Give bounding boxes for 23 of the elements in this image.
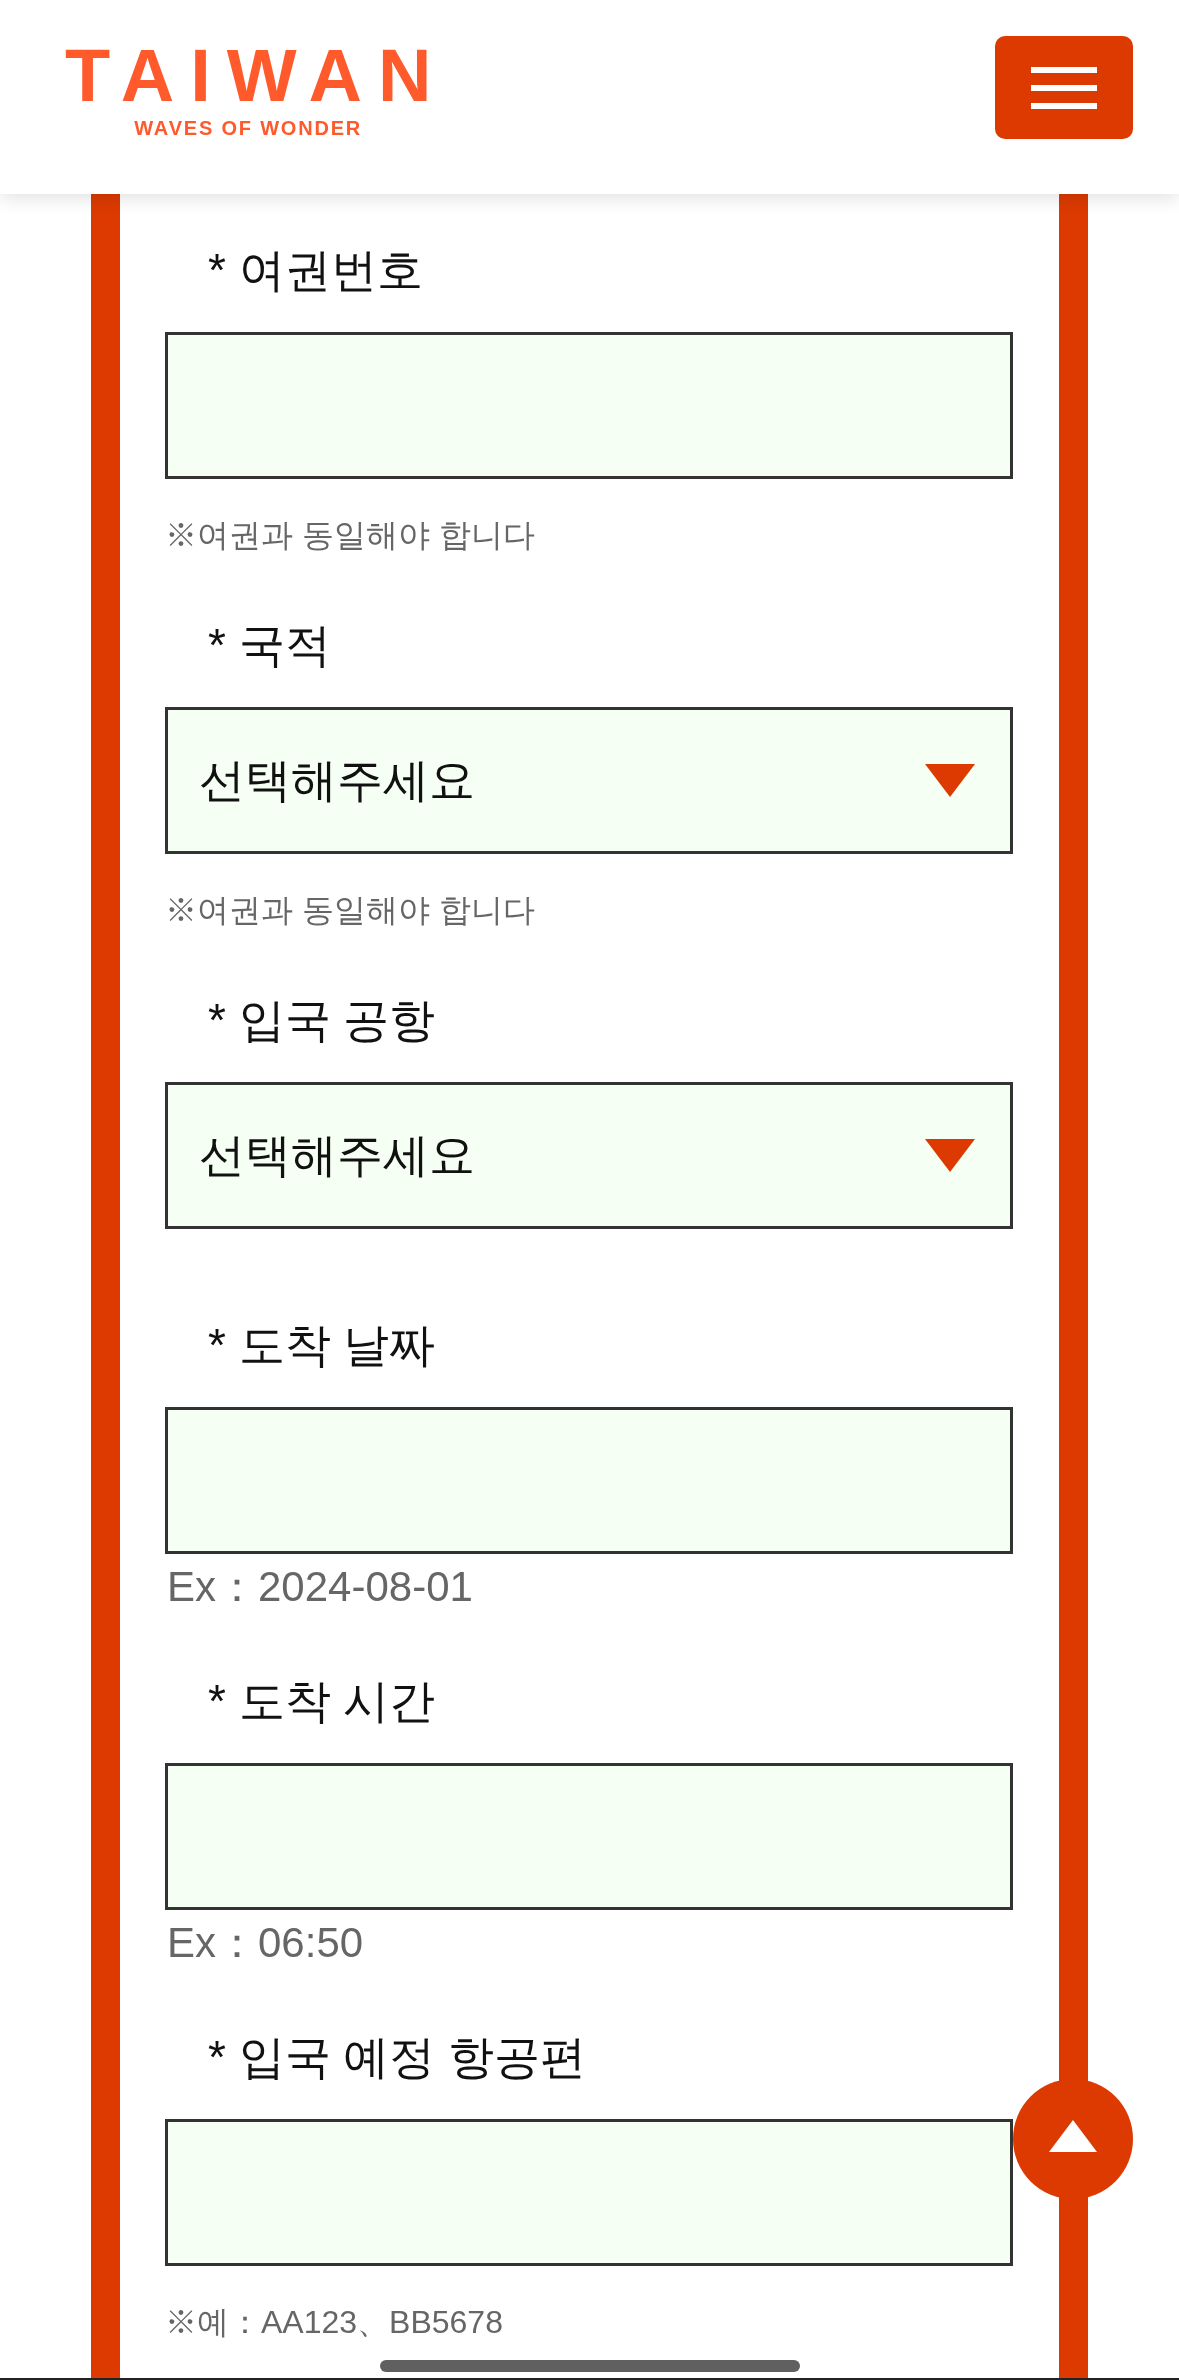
field-label: * 도착 날짜	[207, 1318, 437, 1373]
menu-button[interactable]	[995, 36, 1133, 139]
field-label: * 입국 공항	[207, 993, 437, 1048]
caret-icon	[925, 764, 975, 797]
hint-text: Ex：06:50	[166, 1919, 365, 1967]
logo-tagline: WAVES OF WONDER	[134, 118, 363, 138]
input-field[interactable]	[165, 2119, 1013, 2266]
field-label: * 입국 예정 항공편	[207, 2030, 588, 2085]
menu-icon	[1031, 66, 1097, 109]
hint-text: ※예：AA123、BB5678	[165, 2303, 504, 2342]
input-field[interactable]	[165, 1407, 1013, 1554]
field-label: * 여권번호	[207, 243, 424, 298]
up-triangle-icon	[1049, 2120, 1097, 2152]
field-label: * 국적	[207, 618, 332, 673]
hint-text: ※여권과 동일해야 합니다	[165, 516, 536, 555]
dropdown[interactable]: 선택해주세요	[165, 1082, 1013, 1229]
dropdown[interactable]: 선택해주세요	[165, 707, 1013, 854]
input-field[interactable]	[165, 1763, 1013, 1910]
caret-icon	[925, 1139, 975, 1172]
field-label: * 도착 시간	[207, 1674, 437, 1729]
hint-text: Ex：2024-08-01	[166, 1563, 474, 1611]
hint-text: ※여권과 동일해야 합니다	[165, 891, 536, 930]
input-field[interactable]	[165, 332, 1013, 479]
